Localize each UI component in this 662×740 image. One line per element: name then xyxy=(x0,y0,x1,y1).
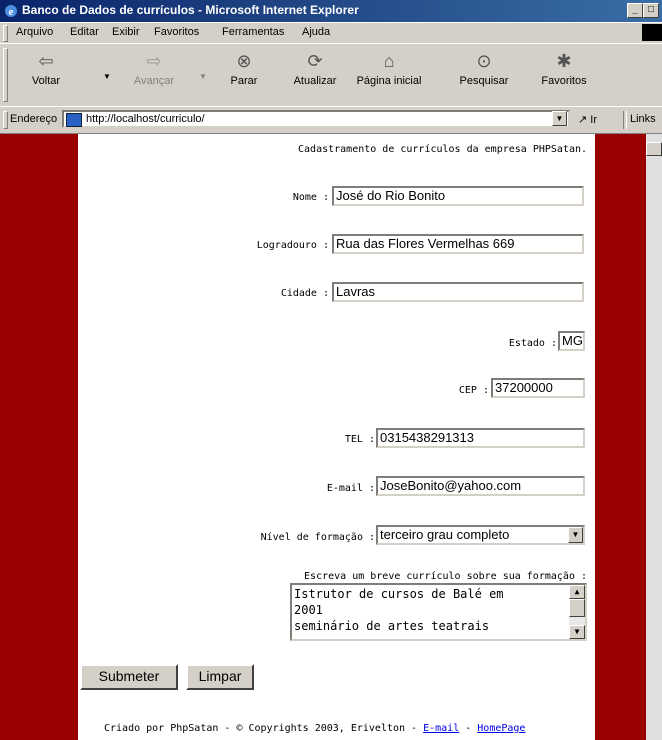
toolbar-grip xyxy=(3,48,8,102)
favorites-icon: ✱ xyxy=(556,51,572,71)
reset-button[interactable]: Limpar xyxy=(186,664,254,690)
svg-text:e: e xyxy=(9,6,14,18)
minimize-button[interactable]: _ xyxy=(627,3,643,18)
forward-button[interactable]: ⇨ Avançar xyxy=(126,50,182,87)
back-dropdown-icon[interactable]: ▼ xyxy=(103,72,111,81)
links-separator xyxy=(623,111,627,129)
browser-window: e Banco de Dados de currículos - Microso… xyxy=(0,0,662,740)
menu-grip xyxy=(3,25,8,42)
stop-label: Parar xyxy=(230,75,258,87)
search-button[interactable]: ⊙ Pesquisar xyxy=(454,50,514,87)
menu-ferramentas[interactable]: Ferramentas xyxy=(222,26,284,38)
menu-exibir[interactable]: Exibir xyxy=(112,26,140,38)
textarea-scrollbar[interactable]: ▲ ▼ xyxy=(569,585,585,639)
footer-separator: - xyxy=(459,723,478,734)
title-bar: e Banco de Dados de currículos - Microso… xyxy=(0,0,662,22)
formacao-select[interactable]: terceiro grau completo ▼ xyxy=(376,525,585,545)
address-dropdown-icon[interactable]: ▼ xyxy=(552,111,567,126)
curriculo-line: Istrutor de cursos de Balé em xyxy=(294,587,504,601)
home-button[interactable]: ⌂ Página inicial xyxy=(350,50,428,87)
form-panel: Cadastramento de currículos da empresa P… xyxy=(78,134,595,740)
chevron-down-icon[interactable]: ▼ xyxy=(568,527,583,543)
page-icon xyxy=(66,113,82,127)
stop-button[interactable]: ⊗ Parar xyxy=(224,50,264,87)
cep-label: CEP : xyxy=(458,385,489,396)
stop-icon: ⊗ xyxy=(236,51,252,71)
menu-editar[interactable]: Editar xyxy=(70,26,99,38)
go-label: Ir xyxy=(590,114,598,126)
window-title: Banco de Dados de currículos - Microsoft… xyxy=(22,3,359,17)
forward-label: Avançar xyxy=(133,75,175,87)
home-label: Página inicial xyxy=(356,75,422,87)
address-grip xyxy=(3,111,8,129)
back-label: Voltar xyxy=(31,75,61,87)
ie-logo-icon: e xyxy=(5,5,17,18)
submit-button[interactable]: Submeter xyxy=(80,664,178,690)
address-url: http://localhost/curriculo/ xyxy=(86,113,205,125)
menu-ajuda[interactable]: Ajuda xyxy=(302,26,330,38)
footer-text: Criado por PhpSatan - © Copyrights 2003,… xyxy=(104,723,424,734)
scroll-up-icon[interactable] xyxy=(646,142,662,156)
formacao-selected-value: terceiro grau completo xyxy=(380,527,510,542)
refresh-label: Atualizar xyxy=(293,75,337,87)
curriculo-line: 2001 xyxy=(294,603,323,617)
logradouro-label: Logradouro : xyxy=(256,240,329,251)
formacao-label: Nível de formação : xyxy=(260,532,375,543)
page-header: Cadastramento de currículos da empresa P… xyxy=(298,144,587,155)
footer-home-link[interactable]: HomePage xyxy=(477,723,525,734)
scroll-up-icon[interactable]: ▲ xyxy=(569,585,585,599)
address-bar: Endereço http://localhost/curriculo/ ▼ ↗… xyxy=(0,106,662,134)
favorites-label: Favoritos xyxy=(541,75,587,87)
email-input[interactable]: JoseBonito@yahoo.com xyxy=(376,476,585,496)
maximize-button[interactable]: □ xyxy=(643,3,659,18)
address-label: Endereço xyxy=(10,113,58,125)
windows-logo-icon xyxy=(642,24,662,41)
search-icon: ⊙ xyxy=(476,51,492,71)
curriculo-line: seminário de artes teatrais xyxy=(294,619,490,633)
forward-dropdown-icon[interactable]: ▼ xyxy=(199,72,207,81)
scroll-down-icon[interactable]: ▼ xyxy=(569,625,585,639)
cidade-input[interactable]: Lavras xyxy=(332,282,584,302)
refresh-button[interactable]: ⟳ Atualizar xyxy=(286,50,344,87)
curriculo-textarea[interactable]: Istrutor de cursos de Balé em 2001 semin… xyxy=(290,583,587,641)
estado-input[interactable]: MG xyxy=(558,331,585,351)
logradouro-input[interactable]: Rua das Flores Vermelhas 669 xyxy=(332,234,584,254)
go-button[interactable]: ↗ Ir xyxy=(578,113,597,126)
home-icon: ⌂ xyxy=(383,51,395,71)
scroll-thumb[interactable] xyxy=(569,599,585,617)
search-label: Pesquisar xyxy=(459,75,509,87)
footer: Criado por PhpSatan - © Copyrights 2003,… xyxy=(104,723,525,734)
estado-label: Estado : xyxy=(508,338,557,349)
page-viewport: Cadastramento de currículos da empresa P… xyxy=(0,134,662,740)
links-button[interactable]: Links xyxy=(630,113,656,125)
back-button[interactable]: ⇦ Voltar xyxy=(24,50,68,87)
cidade-label: Cidade : xyxy=(280,288,329,299)
tel-input[interactable]: 0315438291313 xyxy=(376,428,585,448)
menu-bar: Arquivo Editar Exibir Favoritos Ferramen… xyxy=(0,22,662,44)
address-input[interactable]: http://localhost/curriculo/ xyxy=(62,110,570,128)
cep-input[interactable]: 37200000 xyxy=(491,378,585,398)
back-arrow-icon: ⇦ xyxy=(38,51,54,71)
page-scrollbar[interactable] xyxy=(646,134,662,740)
menu-arquivo[interactable]: Arquivo xyxy=(16,26,53,38)
standard-toolbar: ⇦ Voltar ▼ ⇨ Avançar ▼ ⊗ Parar ⟳ Atualiz… xyxy=(0,43,662,107)
favorites-button[interactable]: ✱ Favoritos xyxy=(535,50,593,87)
footer-email-link[interactable]: E-mail xyxy=(423,723,459,734)
curriculo-label: Escreva um breve currículo sobre sua for… xyxy=(304,571,587,582)
menu-favoritos[interactable]: Favoritos xyxy=(154,26,199,38)
tel-label: TEL : xyxy=(344,434,375,445)
nome-input[interactable]: José do Rio Bonito xyxy=(332,186,584,206)
email-label: E-mail : xyxy=(326,483,375,494)
refresh-icon: ⟳ xyxy=(307,51,323,71)
go-arrow-icon: ↗ xyxy=(578,114,588,126)
forward-arrow-icon: ⇨ xyxy=(146,51,162,71)
nome-label: Nome : xyxy=(292,192,329,203)
